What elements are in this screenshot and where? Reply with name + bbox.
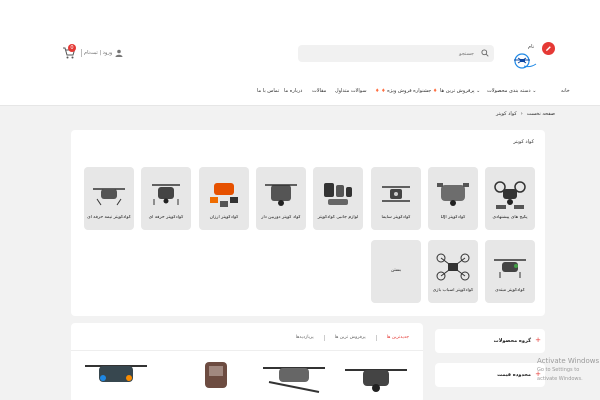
user-icon xyxy=(115,49,123,57)
product-image[interactable] xyxy=(81,356,151,396)
category-tile-label: کوادکوپتر حرفه ای xyxy=(148,215,184,220)
nav-festival-label: جشنواره فروش ویژه xyxy=(387,88,432,94)
chevron-down-icon: ⌄ xyxy=(532,88,537,94)
search-input[interactable] xyxy=(304,47,474,60)
tab-divider xyxy=(375,335,377,341)
category-panel-title: کواد کوپتر xyxy=(513,139,534,145)
nav-bestsellers-label: پرفروش ترین ها xyxy=(440,88,475,94)
tab-newest[interactable]: جدیدترین ها xyxy=(387,335,409,341)
category-tile-label: کوادکوپتر ارزان xyxy=(209,215,239,220)
close-tile[interactable]: بستن xyxy=(371,240,421,303)
category-tile[interactable]: کوادکوپتر حرفه ای xyxy=(141,167,191,230)
category-tile[interactable]: کواد کوپتر دوربین دار xyxy=(256,167,306,230)
category-tile-label: کوادکوپتر DJI xyxy=(440,215,466,220)
nav-categories-label: دسته بندی محصولات xyxy=(487,88,531,94)
category-tile-label: لوازم جانبی کوادکوپتر xyxy=(317,215,359,220)
brand-text: نام xyxy=(528,44,535,50)
breadcrumb-home[interactable]: صفحه نخست xyxy=(527,111,555,117)
category-tile[interactable]: کوادکوپتر ارزان xyxy=(199,167,249,230)
breadcrumb: صفحه نخست ‹ کواد کوپتر xyxy=(496,111,555,117)
drone-icon xyxy=(494,259,526,278)
page: 0 ورود | ثبت‌نام نام xyxy=(0,0,600,400)
tab-divider xyxy=(323,335,325,341)
fire-icon: ♦ xyxy=(381,88,386,94)
nav-contact[interactable]: تماس با ما xyxy=(257,88,279,94)
category-tile[interactable]: کوادکوپتر سایما xyxy=(371,167,421,230)
products-panel: جدیدترین ها پرفروش ترین ها پربازدیدها xyxy=(71,323,423,400)
site-logo[interactable] xyxy=(508,52,538,70)
filter-product-groups[interactable]: + گروه محصولات xyxy=(435,329,545,353)
category-tile[interactable]: کوادکوپتر مبتدی xyxy=(485,240,535,303)
category-tile[interactable]: پکیج های پیشنهادی xyxy=(485,167,535,230)
search-icon[interactable] xyxy=(481,49,489,57)
fire-icon: ♦ xyxy=(375,88,380,94)
plus-icon: + xyxy=(535,336,541,344)
drone-icon xyxy=(210,183,238,207)
login-button[interactable]: ورود | ثبت‌نام xyxy=(84,47,123,59)
category-tile-label: کوادکوپتر سایما xyxy=(381,215,411,220)
chevron-down-icon: ⌄ xyxy=(476,88,481,94)
drone-icon xyxy=(93,188,125,206)
tabs-divider xyxy=(71,350,423,351)
drone-icon xyxy=(382,186,410,202)
nav-faq[interactable]: سوالات متداول xyxy=(335,88,367,94)
windows-activation-watermark: Activate Windows Go to Settings to activ… xyxy=(537,357,600,384)
nav-festival[interactable]: ♦ ♦ جشنواره فروش ویژه ♦ xyxy=(375,88,437,94)
pencil-icon xyxy=(546,46,551,51)
filter-product-groups-label: گروه محصولات xyxy=(493,338,531,344)
filter-price-range-label: محدوده قیمت xyxy=(497,372,531,378)
product-image[interactable] xyxy=(259,356,329,396)
drone-icon xyxy=(494,181,526,209)
watermark-subtitle: Go to Settings to activate Windows. xyxy=(537,367,583,382)
nav-about[interactable]: درباره ما xyxy=(284,88,302,94)
main-nav: تماس با ما درباره ما مقالات سوالات متداو… xyxy=(0,88,600,102)
chevron-left-icon: ‹ xyxy=(520,111,523,117)
category-tile-label: پکیج های پیشنهادی xyxy=(492,215,528,220)
category-tile[interactable]: لوازم جانبی کوادکوپتر xyxy=(313,167,363,230)
accessories-icon xyxy=(324,183,352,205)
cart-count-badge: 0 xyxy=(68,44,76,52)
product-tabs: جدیدترین ها پرفروش ترین ها پربازدیدها xyxy=(296,335,409,341)
category-tile[interactable]: کوادکوپتر DJI xyxy=(428,167,478,230)
category-tile-label: کوادکوپتر مبتدی xyxy=(495,288,525,293)
tab-bestsellers[interactable]: پرفروش ترین ها xyxy=(335,335,366,341)
tab-most-viewed[interactable]: پربازدیدها xyxy=(296,335,314,341)
category-tile[interactable]: کوادکوپتر نیمه حرفه ای xyxy=(84,167,134,230)
category-tile-label: کوادکوپتر اسباب بازی xyxy=(432,288,474,293)
search-box xyxy=(298,45,494,62)
category-tile-label: کواد کوپتر دوربین دار xyxy=(261,215,301,220)
top-bar xyxy=(0,0,600,22)
breadcrumb-current: کواد کوپتر xyxy=(495,111,517,117)
drone-icon xyxy=(152,184,180,205)
nav-articles[interactable]: مقالات xyxy=(312,88,326,94)
watermark-title: Activate Windows xyxy=(537,357,600,365)
nav-home[interactable]: خانه xyxy=(561,88,570,94)
nav-bestsellers[interactable]: پرفروش ترین ها ⌄ xyxy=(440,88,480,94)
product-image[interactable] xyxy=(181,356,251,396)
nav-categories[interactable]: دسته بندی محصولات ⌄ xyxy=(487,88,536,94)
category-tile[interactable]: کوادکوپتر اسباب بازی xyxy=(428,240,478,303)
edit-button[interactable] xyxy=(542,42,555,55)
category-tile-label: کوادکوپتر نیمه حرفه ای xyxy=(87,215,131,220)
drone-icon xyxy=(437,183,469,206)
header-divider xyxy=(81,49,82,57)
category-panel: کواد کوپتر پکیج های پیشنهادی کوادکوپتر D… xyxy=(71,130,545,316)
site-header: 0 ورود | ثبت‌نام نام xyxy=(0,22,600,106)
fire-icon: ♦ xyxy=(432,88,438,94)
close-tile-label: بستن xyxy=(390,268,402,273)
login-label: ورود | ثبت‌نام xyxy=(84,50,113,56)
drone-icon xyxy=(265,184,297,206)
filter-price-range[interactable]: + محدوده قیمت xyxy=(435,363,545,387)
product-image[interactable] xyxy=(341,356,411,396)
drone-icon xyxy=(436,253,470,281)
